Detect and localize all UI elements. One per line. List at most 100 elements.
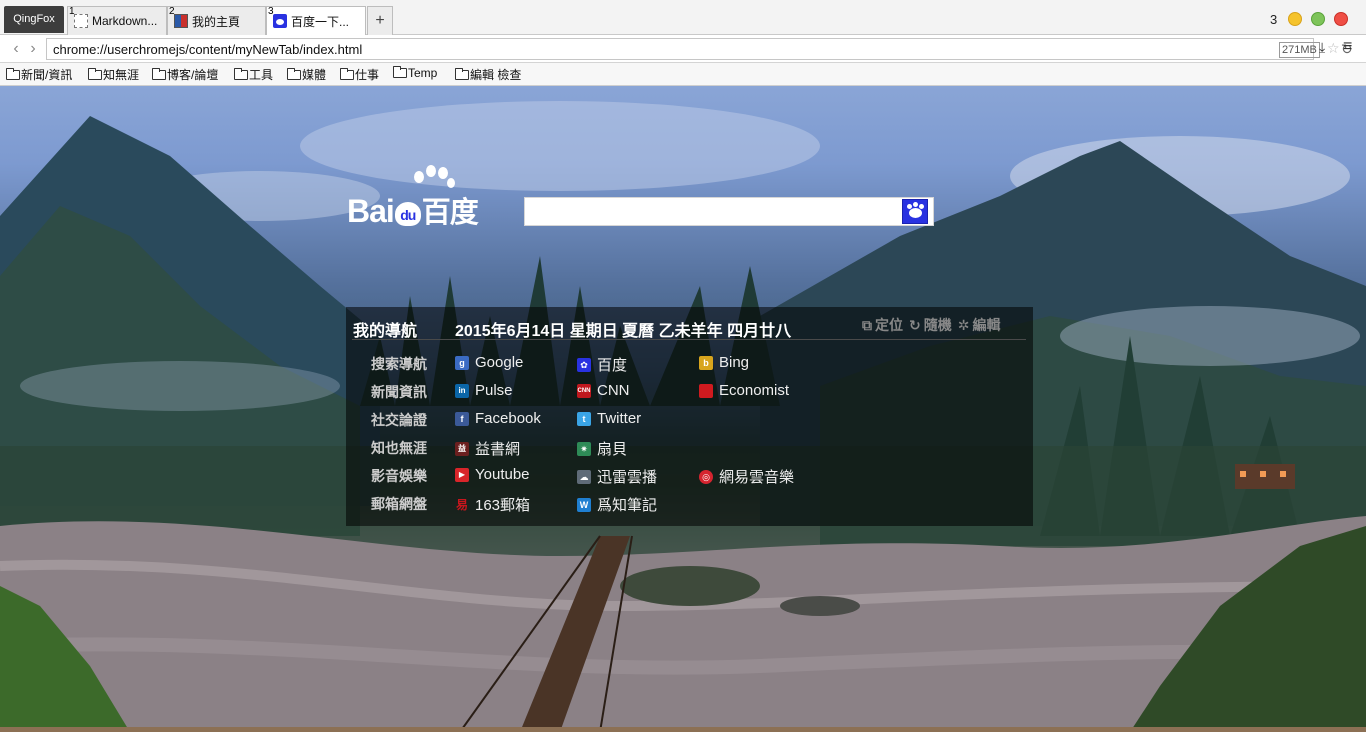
youtube-icon: ▶ <box>455 467 469 482</box>
folder-icon <box>152 67 166 80</box>
link-baidu[interactable]: ✿ 百度 <box>577 354 627 375</box>
link-label: CNN <box>597 382 630 399</box>
link-netease-music[interactable]: ◎ 網易雲音樂 <box>699 466 794 487</box>
blank-page-icon <box>74 14 88 28</box>
bookmark-folder-work[interactable]: 仕事 <box>340 66 379 83</box>
cnn-icon: CNN <box>577 383 591 398</box>
app-menu-button[interactable]: QingFox <box>4 6 64 33</box>
linkedin-pulse-icon: in <box>455 383 469 398</box>
new-tab-button[interactable]: + <box>367 6 393 35</box>
link-shanbay[interactable]: ✷ 扇貝 <box>577 438 627 459</box>
baidu-logo-du: du <box>394 201 421 226</box>
search-button[interactable] <box>902 199 928 224</box>
link-label: Facebook <box>475 410 541 427</box>
baidu-paw-icon <box>273 14 287 28</box>
folder-icon <box>393 66 407 78</box>
folder-icon <box>234 67 248 80</box>
minimize-button[interactable] <box>1288 12 1302 26</box>
link-cnn[interactable]: CNN CNN <box>577 382 630 399</box>
link-economist[interactable]: Economist <box>699 382 789 399</box>
link-label: 益書網 <box>475 441 521 458</box>
link-bing[interactable]: b Bing <box>699 354 749 371</box>
bookmark-label: 仕事 <box>355 68 380 82</box>
baidu-logo-latin: Bai <box>347 193 395 229</box>
panel-row-search: 搜索導航 g Google ✿ 百度 b Bing <box>346 349 1033 377</box>
folder-icon <box>287 67 301 80</box>
panel-row-mail: 郵箱網盤 易 163郵箱 W 爲知筆記 <box>346 489 1033 517</box>
refresh-icon: ↻ <box>909 316 921 333</box>
category-label: 新聞資訊 <box>371 384 427 400</box>
netease-music-icon: ◎ <box>699 469 713 484</box>
bookmark-folder-knowledge[interactable]: 知無涯 <box>88 66 139 83</box>
paw-icon <box>909 208 922 218</box>
back-button[interactable]: ‹ <box>8 39 24 59</box>
edit-button[interactable]: ✲ 編輯 <box>958 315 1001 335</box>
tab-baidu[interactable]: 3 百度一下... <box>266 6 366 35</box>
wiz-note-icon: W <box>577 497 591 512</box>
panel-row-news: 新聞資訊 in Pulse CNN CNN Economist <box>346 377 1033 405</box>
random-label: 隨機 <box>923 317 952 333</box>
link-label: Google <box>475 354 524 371</box>
tab-markdown[interactable]: 1 Markdown... <box>67 6 167 35</box>
tab-home[interactable]: 2 我的主頁 <box>167 6 266 35</box>
folder-icon <box>88 67 102 80</box>
tab-count: 3 <box>1270 12 1278 27</box>
paw-toe <box>919 204 924 209</box>
link-label: 百度 <box>597 357 628 374</box>
category-label: 搜索導航 <box>371 356 427 372</box>
random-button[interactable]: ↻ 隨機 <box>909 315 952 335</box>
bookmark-label: Temp <box>408 66 438 80</box>
link-twitter[interactable]: t Twitter <box>577 410 641 427</box>
bookmark-folder-news[interactable]: 新聞/資訊 <box>6 66 72 83</box>
category-label: 影音娛樂 <box>371 468 427 484</box>
search-input[interactable] <box>524 197 934 226</box>
paw-toe <box>907 204 912 209</box>
bookmark-label: 工具 <box>249 68 274 82</box>
bookmark-folder-tools[interactable]: 工具 <box>234 66 273 83</box>
download-icon[interactable]: ⤓ <box>1319 39 1325 56</box>
link-google[interactable]: g Google <box>455 354 523 371</box>
home-page-icon <box>174 14 188 28</box>
link-label: Twitter <box>597 410 642 427</box>
close-window-button[interactable] <box>1334 12 1348 26</box>
bookmark-label: 知無涯 <box>103 68 140 82</box>
bookmark-folder-temp[interactable]: Temp <box>393 66 437 80</box>
link-wiz-note[interactable]: W 爲知筆記 <box>577 494 657 515</box>
locate-button[interactable]: ⧉ 定位 <box>862 315 903 335</box>
taskbar-strip <box>0 727 1366 732</box>
hamburger-menu-icon[interactable]: ≡ <box>1343 38 1352 56</box>
bookmark-folder-blog[interactable]: 博客/論壇 <box>152 66 218 83</box>
baidu-logo-chinese: 百度 <box>421 197 479 229</box>
yishu-icon: 益 <box>455 441 469 456</box>
category-label: 郵箱網盤 <box>371 496 427 512</box>
link-label: 163郵箱 <box>475 497 531 514</box>
forward-button[interactable]: › <box>25 39 41 59</box>
link-yishu[interactable]: 益益書網 <box>455 438 520 459</box>
link-label: Bing <box>719 354 750 371</box>
mail163-icon: 易 <box>455 497 468 512</box>
tab-label: Markdown... <box>92 14 158 28</box>
bing-icon: b <box>699 355 713 370</box>
bookmark-folder-media[interactable]: 媒體 <box>287 66 326 83</box>
memory-indicator: 271MB <box>1279 42 1320 58</box>
link-youtube[interactable]: ▶ Youtube <box>455 466 530 483</box>
category-label: 知也無涯 <box>371 440 427 456</box>
bookmark-star-icon[interactable]: ☆ <box>1327 40 1340 57</box>
link-xunlei[interactable]: ☁ 迅雷雲播 <box>577 466 657 487</box>
link-label: Youtube <box>475 466 530 483</box>
link-label: 扇貝 <box>597 441 628 458</box>
folder-icon <box>455 67 469 80</box>
link-163mail[interactable]: 易 163郵箱 <box>455 494 530 515</box>
link-facebook[interactable]: f Facebook <box>455 410 541 427</box>
link-pulse[interactable]: in Pulse <box>455 382 513 399</box>
shanbay-icon: ✷ <box>577 441 591 456</box>
link-label: Pulse <box>475 382 513 399</box>
bookmark-folder-edit[interactable]: 編輯 檢查 <box>455 66 521 83</box>
tab-bar: QingFox 1 Markdown... 2 我的主頁 3 百度一下... +… <box>0 0 1366 35</box>
maximize-button[interactable] <box>1311 12 1325 26</box>
url-bar[interactable]: chrome://userchromejs/content/myNewTab/i… <box>46 38 1353 60</box>
bookmark-label: 新聞/資訊 <box>21 68 73 82</box>
baidu-logo: Bai du 百度 <box>347 193 479 229</box>
baidu-paw-logo-icon <box>414 165 455 188</box>
url-text[interactable]: chrome://userchromejs/content/myNewTab/i… <box>53 42 362 57</box>
